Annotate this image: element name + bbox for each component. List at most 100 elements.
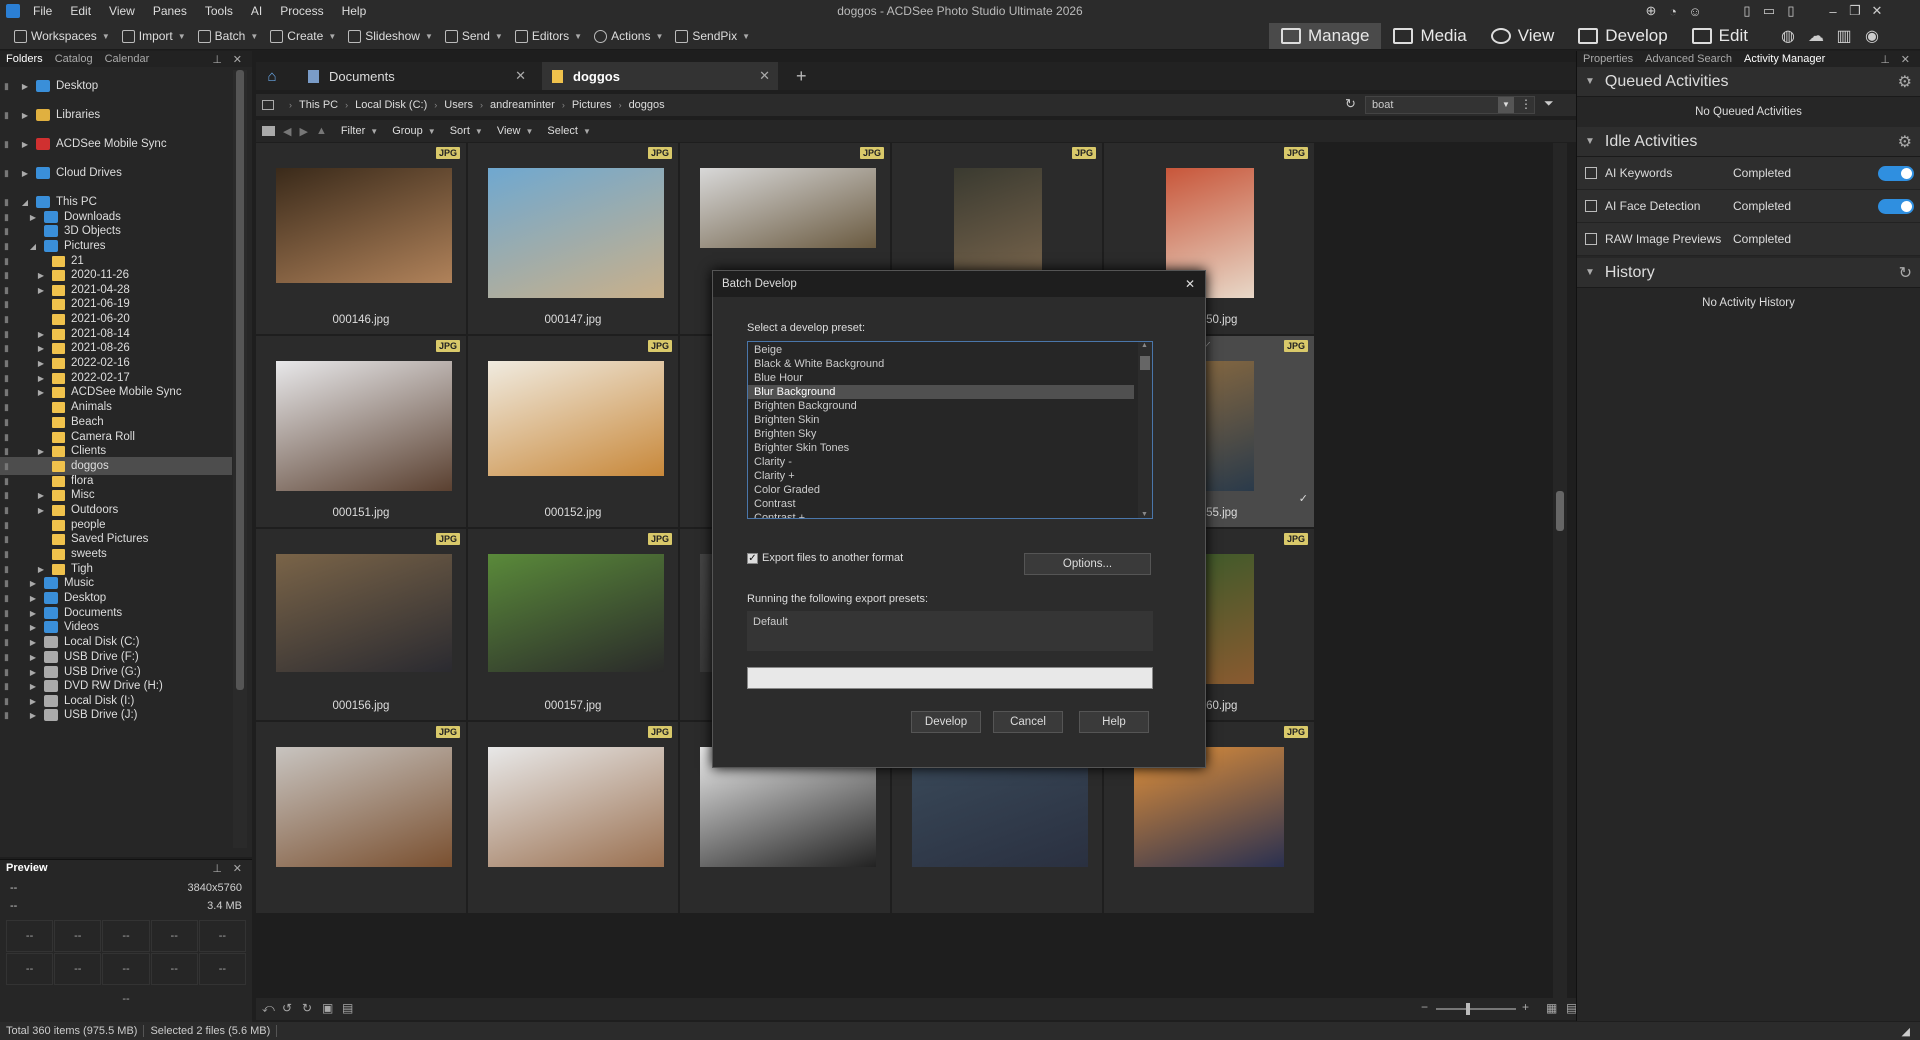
cloud-icon[interactable]: ☁	[1805, 26, 1827, 46]
pin-icon[interactable]: ▮	[4, 652, 12, 662]
pin-icon[interactable]: ▮	[4, 241, 12, 251]
pin-icon[interactable]: ▮	[4, 270, 12, 280]
layout-left-icon[interactable]: ▯	[1736, 3, 1758, 19]
folder-tree-scrollbar[interactable]	[233, 70, 247, 848]
forward-icon[interactable]: ▶	[299, 125, 307, 138]
import-button[interactable]: Import ▼	[116, 22, 192, 50]
status-resize-icon[interactable]: ◢	[1896, 1025, 1916, 1038]
tab-doggos[interactable]: doggos ✕	[542, 62, 778, 90]
pin-icon[interactable]: ▮	[4, 168, 12, 178]
cancel-button[interactable]: Cancel	[993, 711, 1063, 733]
preset-item[interactable]: Brighten Sky	[748, 427, 1134, 441]
crumb-local-disk[interactable]: Local Disk (C:)	[355, 99, 427, 111]
workspaces-button[interactable]: Workspaces ▼	[8, 22, 116, 50]
history-header[interactable]: ▼ History ↻	[1577, 258, 1920, 288]
preset-item[interactable]: Brighten Skin	[748, 413, 1134, 427]
thumbnail-item[interactable]: JPG 000151.jpg	[256, 336, 466, 527]
tab-catalog[interactable]: Catalog	[49, 53, 99, 65]
preset-item[interactable]: Beige	[748, 343, 1134, 357]
preset-item[interactable]: Color Graded	[748, 483, 1134, 497]
pin-icon[interactable]: ▮	[4, 520, 12, 530]
grid-scrollbar[interactable]	[1553, 143, 1567, 999]
menu-file[interactable]: File	[24, 0, 61, 22]
pin-icon[interactable]: ▮	[4, 256, 12, 266]
develop-button[interactable]: Develop	[911, 711, 981, 733]
menu-tools[interactable]: Tools	[196, 0, 242, 22]
crumb-pictures[interactable]: Pictures	[572, 99, 612, 111]
help-button[interactable]: Help	[1079, 711, 1149, 733]
pin-icon[interactable]: ▮	[4, 490, 12, 500]
gear-icon[interactable]: ⚙	[1898, 72, 1912, 92]
expand-icon[interactable]: ▶	[20, 111, 30, 120]
search-options-icon[interactable]: ⋮	[1520, 97, 1532, 111]
idle-activities-header[interactable]: ▼ Idle Activities ⚙	[1577, 127, 1920, 157]
tab-documents[interactable]: Documents ✕	[298, 62, 534, 90]
thumbnail-item[interactable]: JPG 000157.jpg	[468, 529, 678, 720]
scrollbar-thumb[interactable]	[1140, 356, 1150, 370]
menu-edit[interactable]: Edit	[61, 0, 100, 22]
pin-icon[interactable]: ⊥	[1874, 53, 1896, 66]
refresh-icon[interactable]: ↻	[1345, 96, 1356, 112]
pin-icon[interactable]: ▮	[4, 110, 12, 120]
preset-list-scrollbar[interactable]: ▲ ▼	[1138, 342, 1152, 518]
expand-icon[interactable]: ▶	[20, 140, 30, 149]
preview-close-icon[interactable]: ✕	[227, 862, 248, 875]
tree-item[interactable]: ▮ ▶ ACDSee Mobile Sync	[0, 135, 232, 153]
create-button[interactable]: Create ▼	[264, 22, 342, 50]
thumbnail-item[interactable]: JPG 000152.jpg	[468, 336, 678, 527]
mode-develop[interactable]: Develop	[1566, 23, 1679, 49]
pin-icon[interactable]: ▮	[4, 387, 12, 397]
send-button[interactable]: Send ▼	[439, 22, 509, 50]
rotate-icon[interactable]: ↺	[282, 1001, 292, 1015]
thumbnail-item[interactable]: JPG 000147.jpg	[468, 143, 678, 334]
pin-icon[interactable]: ▮	[4, 373, 12, 383]
account-icon[interactable]: ☺	[1684, 4, 1706, 19]
crumb-doggos[interactable]: doggos	[629, 99, 665, 111]
crop-icon[interactable]: ▣	[322, 1001, 333, 1015]
pin-icon[interactable]: ▮	[4, 432, 12, 442]
preset-item[interactable]: Contrast +	[748, 511, 1134, 518]
pin-icon[interactable]: ▮	[4, 417, 12, 427]
tree-item[interactable]: ▮ ▶ Libraries	[0, 106, 232, 124]
mode-manage[interactable]: Manage	[1269, 23, 1382, 49]
pin-icon[interactable]: ▮	[4, 358, 12, 368]
preset-item[interactable]: Clarity +	[748, 469, 1134, 483]
scrollbar-thumb[interactable]	[1556, 491, 1564, 531]
expand-icon[interactable]: ▶	[36, 447, 46, 456]
thumbnail-item[interactable]: JPG	[256, 722, 466, 913]
minimize-button[interactable]: –	[1822, 4, 1844, 19]
expand-icon[interactable]: ▶	[28, 711, 38, 720]
pin-icon[interactable]: ▮	[4, 197, 12, 207]
thumbnail-item[interactable]: JPG 000146.jpg	[256, 143, 466, 334]
crumb-user[interactable]: andreaminter	[490, 99, 555, 111]
scroll-up-icon[interactable]: ▲	[1141, 342, 1148, 349]
options-button[interactable]: Options...	[1024, 553, 1151, 575]
pin-icon[interactable]: ▮	[4, 446, 12, 456]
preset-item[interactable]: Clarity -	[748, 455, 1134, 469]
tree-item[interactable]: ▮ ▶ Desktop	[0, 77, 232, 95]
new-tab-button[interactable]: +	[786, 62, 817, 90]
menu-ai[interactable]: AI	[242, 0, 271, 22]
group-menu[interactable]: Group ▼	[392, 125, 436, 137]
expand-icon[interactable]: ▶	[36, 374, 46, 383]
dashboard-icon[interactable]: ▥	[1833, 26, 1855, 46]
pin-icon[interactable]: ⊥	[206, 53, 228, 66]
batch-button[interactable]: Batch ▼	[192, 22, 265, 50]
layout-right-icon[interactable]: ▯	[1780, 3, 1802, 19]
preview-pin-icon[interactable]: ⊥	[206, 862, 228, 875]
rotate-left-icon[interactable]: ⤺	[262, 1001, 275, 1016]
filter-icon[interactable]: ⏷	[1544, 96, 1554, 111]
pin-icon[interactable]: ▮	[4, 534, 12, 544]
maximize-button[interactable]: ❐	[1844, 3, 1866, 19]
expand-icon[interactable]: ▶	[28, 579, 38, 588]
expand-icon[interactable]: ▶	[36, 286, 46, 295]
365-icon[interactable]: ◍	[1777, 26, 1799, 46]
expand-icon[interactable]: ▶	[20, 82, 30, 91]
grid-view-icon[interactable]: ▦	[1546, 1001, 1557, 1015]
select-menu[interactable]: Select ▼	[547, 125, 591, 137]
tree-item[interactable]: ▮ ▶ USB Drive (J:)	[0, 706, 232, 724]
pin-icon[interactable]: ▮	[4, 710, 12, 720]
preset-item[interactable]: Blue Hour	[748, 371, 1134, 385]
tree-item[interactable]: ▮ ▶ Cloud Drives	[0, 164, 232, 182]
pin-icon[interactable]: ▮	[4, 476, 12, 486]
